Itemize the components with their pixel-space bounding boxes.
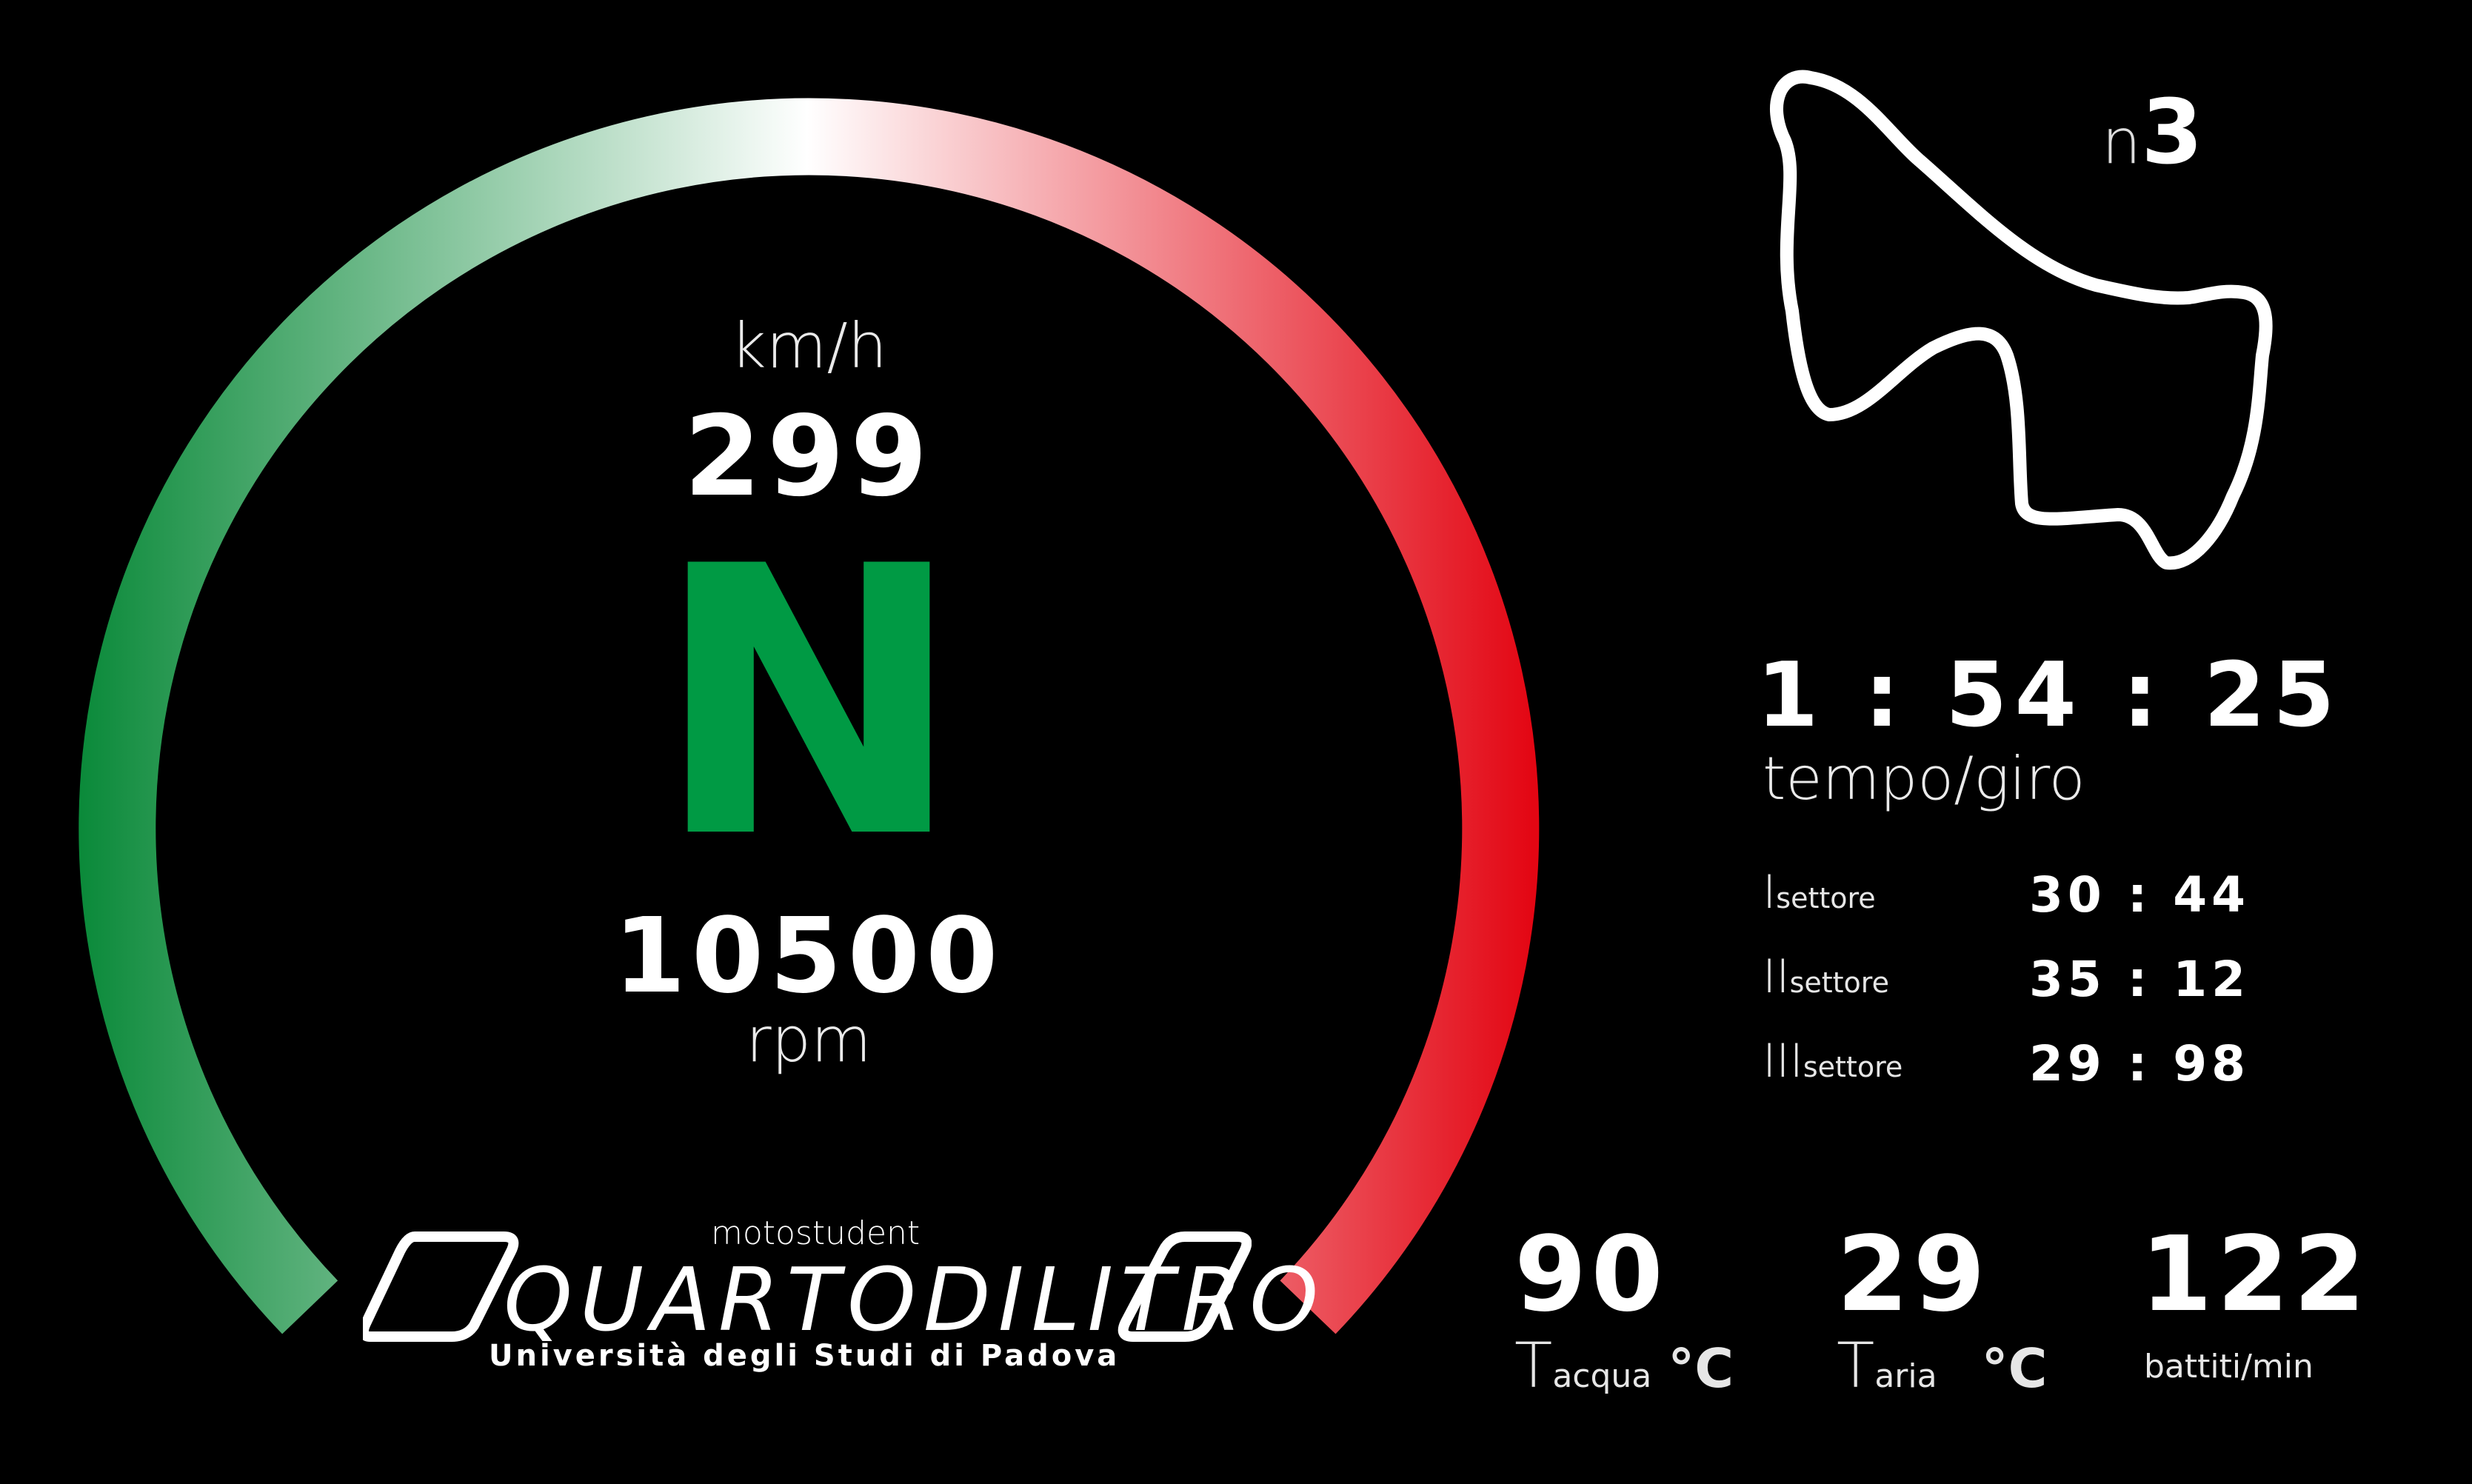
air-temp-value: 29: [1837, 1214, 1990, 1335]
sector-1-value: 30 : 44: [2029, 866, 2251, 923]
sector-3-roman: III: [1763, 1034, 1803, 1088]
sector-2-label: IIsettore: [1763, 949, 1889, 1003]
water-temp-value: 90: [1514, 1214, 1668, 1335]
sector-1-roman: I: [1763, 865, 1777, 919]
lap-time-label: tempo/giro: [1763, 744, 2085, 813]
sector-1-sub: settore: [1776, 882, 1876, 915]
air-temp-label: Taria °C: [1837, 1329, 2047, 1402]
sector-3-sub: settore: [1803, 1051, 1903, 1083]
sector-2-roman: II: [1763, 949, 1790, 1003]
sector-2-sub: settore: [1789, 966, 1889, 999]
air-temp-sub: aria: [1874, 1357, 1937, 1395]
lap-time: 1 : 54 : 25: [1757, 644, 2342, 747]
water-temp-T: T: [1514, 1329, 1553, 1402]
water-temp-label: Tacqua °C: [1514, 1329, 1734, 1402]
sector-1-label: Isettore: [1763, 865, 1876, 919]
heart-rate-label: battiti/min: [2144, 1348, 2314, 1386]
lap-counter: n3: [2102, 81, 2203, 184]
sector-2-value: 35 : 12: [2029, 951, 2251, 1008]
lap-number: 3: [2141, 81, 2203, 184]
water-temp-sub: acqua: [1552, 1357, 1652, 1395]
air-temp-unit: °C: [1981, 1337, 2048, 1400]
heart-rate-value: 122: [2140, 1214, 2371, 1335]
sector-3-value: 29 : 98: [2029, 1035, 2251, 1092]
lap-prefix: n: [2102, 105, 2142, 178]
sector-3-label: IIIsettore: [1763, 1034, 1903, 1088]
air-temp-T: T: [1837, 1329, 1875, 1402]
water-temp-unit: °C: [1668, 1337, 1734, 1400]
